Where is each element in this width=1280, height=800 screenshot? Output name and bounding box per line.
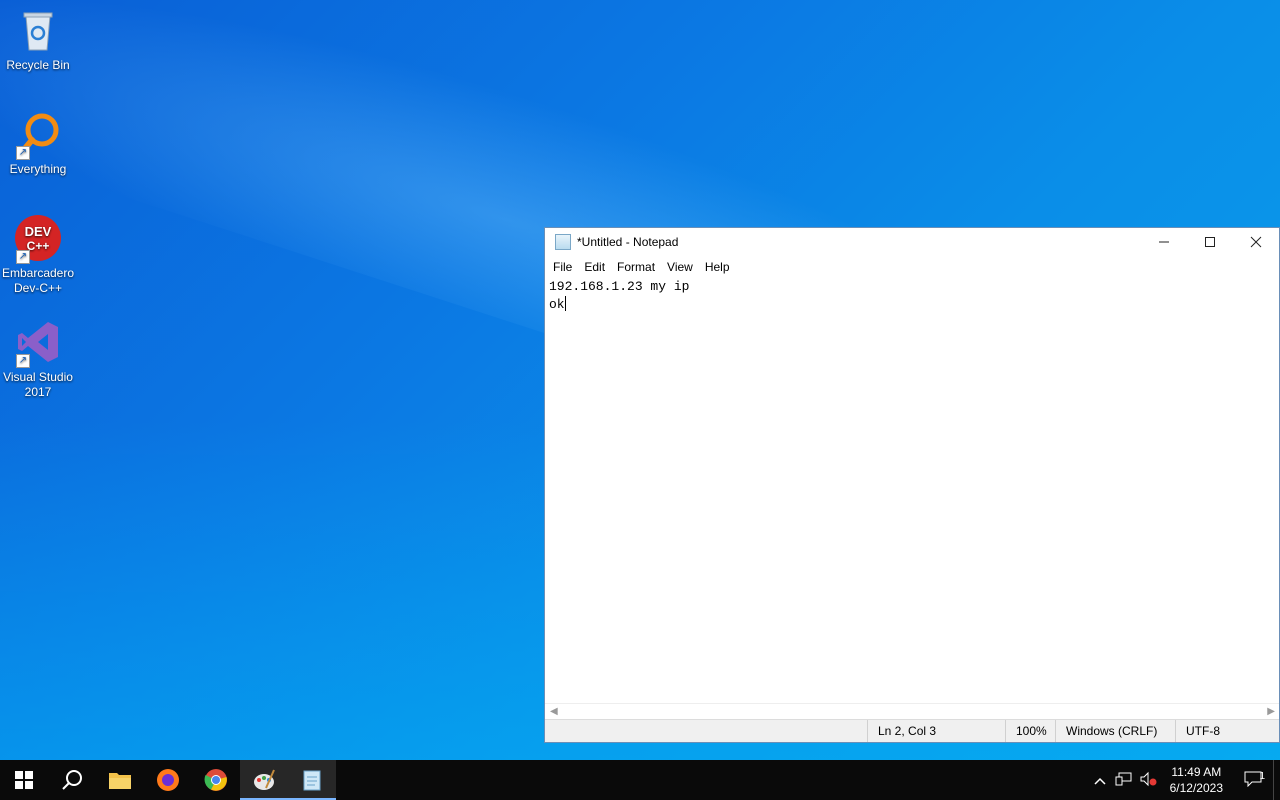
shortcut-arrow-icon: ↗ (16, 354, 30, 368)
taskbar-paint[interactable] (240, 760, 288, 800)
paint-icon (254, 769, 275, 790)
scroll-right-icon[interactable]: ▶ (1267, 704, 1275, 720)
status-position: Ln 2, Col 3 (867, 720, 1005, 742)
shortcut-arrow-icon: ↗ (16, 250, 30, 264)
search-button[interactable] (48, 760, 96, 800)
menu-format[interactable]: Format (611, 260, 661, 274)
minimize-button[interactable] (1141, 228, 1187, 256)
volume-button[interactable] (1136, 771, 1160, 790)
status-line-ending: Windows (CRLF) (1055, 720, 1175, 742)
taskbar: 11:49 AM 6/12/2023 1 (0, 760, 1280, 800)
maximize-icon (1205, 237, 1215, 247)
maximize-button[interactable] (1187, 228, 1233, 256)
desktop-icon-label: Everything (9, 162, 67, 176)
desktop-icon-everything[interactable]: ↗ Everything (0, 110, 76, 177)
notepad-window[interactable]: *Untitled - Notepad File Edit Format Vie… (544, 227, 1280, 743)
svg-text:C++: C++ (27, 239, 50, 253)
desktop-icon-label: Visual Studio (3, 370, 73, 384)
scroll-left-icon[interactable]: ◀ (550, 704, 558, 720)
network-icon (1115, 772, 1132, 785)
horizontal-scrollbar[interactable]: ◀ ▶ (545, 703, 1279, 720)
text-caret (564, 296, 566, 311)
notepad-app-icon (555, 234, 571, 250)
shortcut-arrow-icon: ↗ (16, 146, 30, 160)
file-explorer-icon (109, 773, 131, 789)
chevron-up-icon (1094, 777, 1106, 785)
menu-file[interactable]: File (547, 260, 578, 274)
search-icon (62, 770, 82, 790)
menu-view[interactable]: View (661, 260, 699, 274)
title-bar[interactable]: *Untitled - Notepad (545, 228, 1279, 256)
menu-edit[interactable]: Edit (578, 260, 611, 274)
firefox-icon (157, 769, 179, 791)
chrome-icon (204, 769, 227, 791)
show-hidden-icons-button[interactable] (1088, 772, 1112, 788)
svg-text:DEV: DEV (25, 224, 52, 239)
editor-line-1: 192.168.1.23 my ip (549, 279, 690, 294)
dev-cpp-icon: DEV C++ ↗ (14, 214, 62, 264)
desktop-icon-visual-studio[interactable]: ↗ Visual Studio 2017 (0, 318, 76, 400)
close-icon (1250, 236, 1262, 248)
everything-search-icon: ↗ (14, 110, 62, 160)
desktop-icon-label-line2: 2017 (24, 385, 52, 399)
desktop-icon-recycle-bin[interactable]: Recycle Bin (0, 6, 76, 73)
status-bar: Ln 2, Col 3 100% Windows (CRLF) UTF-8 (545, 719, 1279, 742)
close-button[interactable] (1233, 228, 1279, 256)
visual-studio-icon: ↗ (14, 318, 62, 368)
editor-line-2: ok (549, 297, 565, 312)
minimize-icon (1159, 241, 1169, 243)
status-encoding: UTF-8 (1175, 720, 1279, 742)
action-center-button[interactable]: 1 (1233, 771, 1273, 790)
notepad-icon (303, 770, 321, 791)
network-button[interactable] (1112, 771, 1136, 790)
desktop-icon-label: Embarcadero (1, 266, 75, 280)
desktop-icon-label-line2: Dev-C++ (13, 281, 63, 295)
clock[interactable]: 11:49 AM 6/12/2023 (1160, 764, 1233, 796)
volume-muted-icon (1140, 771, 1157, 786)
recycle-bin-icon (14, 6, 62, 54)
desktop: Recycle Bin ↗ Everything DEV C++ ↗ Embar… (0, 0, 1280, 760)
taskbar-firefox[interactable] (144, 760, 192, 800)
menu-help[interactable]: Help (699, 260, 736, 274)
system-tray: 11:49 AM 6/12/2023 1 (1088, 760, 1280, 800)
status-zoom: 100% (1005, 720, 1055, 742)
taskbar-chrome[interactable] (192, 760, 240, 800)
menu-bar: File Edit Format View Help (545, 256, 1279, 278)
clock-date: 6/12/2023 (1169, 781, 1223, 795)
taskbar-notepad[interactable] (288, 760, 336, 800)
editor-line-2-wrap: ok (549, 296, 1279, 314)
status-spacer (545, 720, 867, 742)
notification-count: 1 (1259, 770, 1265, 782)
desktop-icon-dev-cpp[interactable]: DEV C++ ↗ Embarcadero Dev-C++ (0, 214, 76, 296)
desktop-icon-label: Recycle Bin (6, 58, 70, 72)
taskbar-file-explorer[interactable] (96, 760, 144, 800)
start-icon (15, 771, 33, 789)
show-desktop-button[interactable] (1273, 760, 1280, 800)
clock-time: 11:49 AM (1171, 765, 1222, 779)
start-button[interactable] (0, 760, 48, 800)
window-title: *Untitled - Notepad (577, 235, 679, 249)
text-editor[interactable]: 192.168.1.23 my ip ok (549, 278, 1279, 704)
